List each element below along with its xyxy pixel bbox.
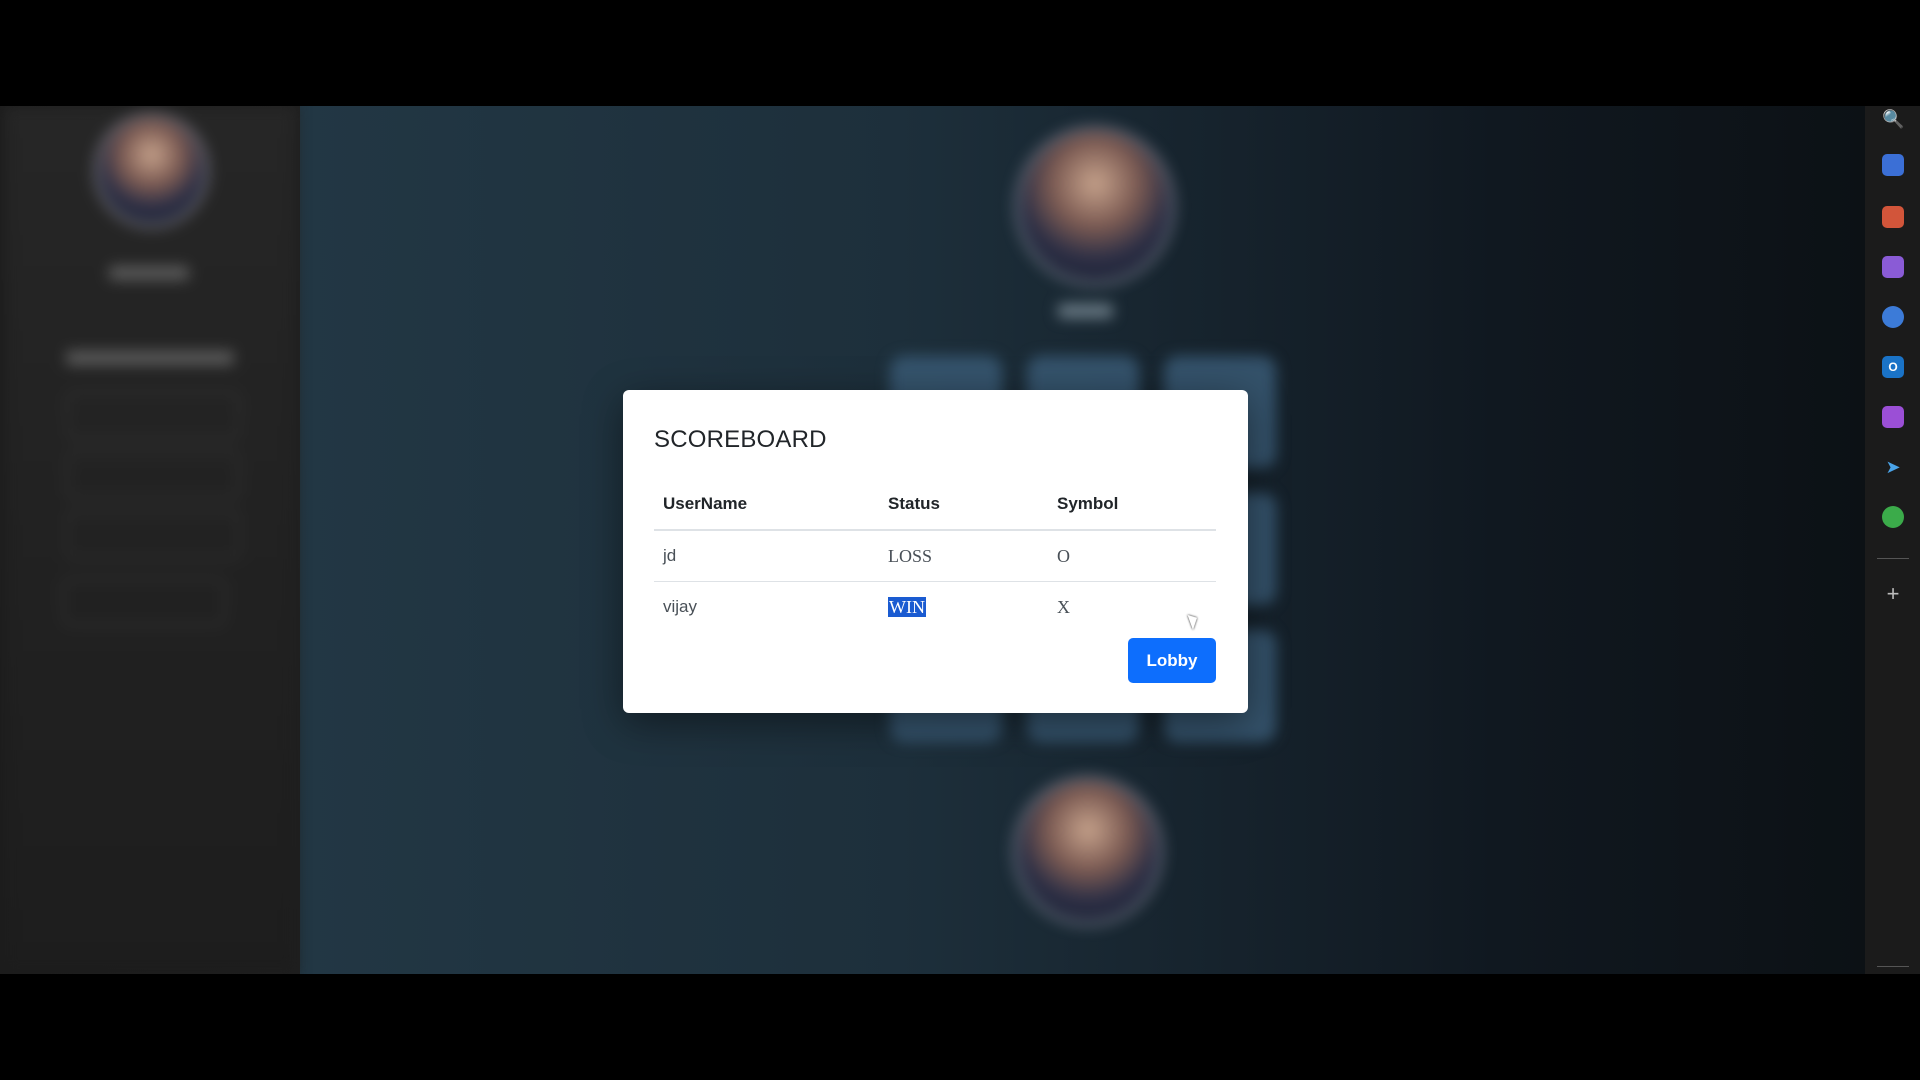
self-avatar <box>1018 781 1158 921</box>
panel-item-3 <box>66 511 240 559</box>
search-icon[interactable]: 🔍 <box>1882 108 1904 130</box>
lobby-button[interactable]: Lobby <box>1128 638 1216 683</box>
selected-text: WIN <box>888 597 926 617</box>
opponent-name-placeholder <box>1058 304 1113 318</box>
add-icon[interactable]: + <box>1882 583 1904 605</box>
cell-status: WIN <box>888 582 926 632</box>
cell-status: LOSS <box>888 546 933 566</box>
cell-username: vijay <box>663 597 698 616</box>
player-panel <box>4 106 296 974</box>
letterbox-bottom <box>0 974 1920 1080</box>
table-header-row: UserName Status Symbol <box>654 487 1216 531</box>
panel-item-2 <box>66 451 240 499</box>
panel-item-4 <box>62 578 226 626</box>
outlook-icon[interactable]: O <box>1882 356 1904 378</box>
column-header-status: Status <box>888 494 940 513</box>
scoreboard-modal: SCOREBOARD UserName Status Symbol jd LOS… <box>623 390 1248 713</box>
table-row: jd LOSS O <box>654 531 1216 582</box>
column-header-symbol: Symbol <box>1057 494 1119 513</box>
sidebar-bottom-divider <box>1877 966 1909 967</box>
sidebar-divider <box>1877 558 1909 559</box>
browser-sidebar: 🔍 O ➤ + <box>1865 106 1920 974</box>
player-avatar <box>99 118 204 223</box>
designer-icon[interactable] <box>1882 406 1904 428</box>
tag-icon[interactable] <box>1882 154 1904 176</box>
panel-heading-placeholder <box>66 351 234 365</box>
column-header-username: UserName <box>663 494 748 513</box>
panel-item-1 <box>66 391 240 439</box>
opponent-avatar <box>1020 131 1170 281</box>
cell-symbol: O <box>1057 546 1070 566</box>
games-icon[interactable] <box>1882 256 1904 278</box>
briefcase-icon[interactable] <box>1882 206 1904 228</box>
send-icon[interactable]: ➤ <box>1882 456 1904 478</box>
tree-icon[interactable] <box>1882 506 1904 528</box>
table-row: vijay WIN X <box>654 582 1216 632</box>
modal-title: SCOREBOARD <box>654 426 827 453</box>
copilot-icon[interactable] <box>1882 306 1904 328</box>
player-name-placeholder <box>109 266 189 280</box>
letterbox-top <box>0 0 1920 106</box>
scoreboard-table: UserName Status Symbol jd LOSS O vijay W… <box>654 487 1216 632</box>
cell-username: jd <box>663 546 677 565</box>
cell-symbol: X <box>1057 597 1070 617</box>
